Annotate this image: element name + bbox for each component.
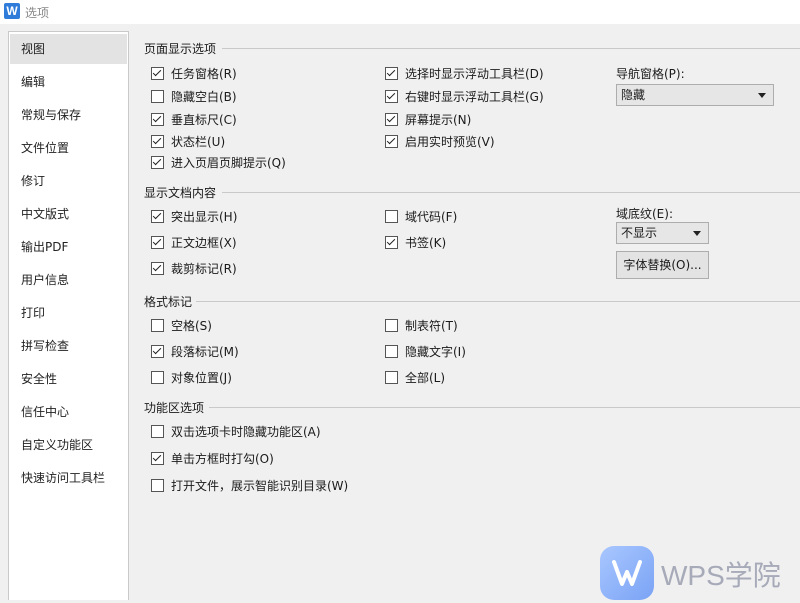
sidebar-item-general-save[interactable]: 常规与保存 bbox=[10, 100, 127, 130]
sidebar-item-customize-ribbon[interactable]: 自定义功能区 bbox=[10, 430, 127, 460]
checkbox-checked-icon bbox=[151, 134, 164, 148]
section-divider bbox=[196, 301, 800, 302]
checkbox-checked-icon bbox=[151, 209, 164, 223]
field-shading-select[interactable]: 不显示 bbox=[616, 222, 709, 244]
sidebar-item-print[interactable]: 打印 bbox=[10, 298, 127, 328]
checkbox-status-bar[interactable]: 状态栏(U) bbox=[151, 133, 225, 149]
checkbox-highlight[interactable]: 突出显示(H) bbox=[151, 208, 237, 224]
checkbox-paragraph-marks[interactable]: 段落标记(M) bbox=[151, 343, 239, 359]
checkbox-float-toolbar-on-select[interactable]: 选择时显示浮动工具栏(D) bbox=[385, 65, 544, 81]
checkbox-tab-characters[interactable]: 制表符(T) bbox=[385, 317, 458, 333]
checkbox-checked-icon bbox=[151, 261, 164, 275]
checkbox-checked-icon bbox=[385, 66, 398, 80]
watermark-text: WPS学院 bbox=[661, 560, 781, 591]
sidebar-item-security[interactable]: 安全性 bbox=[10, 364, 127, 394]
section-divider bbox=[222, 192, 800, 193]
dropdown-arrow-icon bbox=[758, 93, 766, 98]
checkbox-all-marks[interactable]: 全部(L) bbox=[385, 369, 445, 385]
wps-app-icon: W bbox=[4, 3, 20, 19]
section-title-page-display: 页面显示选项 bbox=[144, 42, 217, 56]
checkbox-hidden-text[interactable]: 隐藏文字(I) bbox=[385, 343, 466, 359]
checkbox-double-click-hide-ribbon[interactable]: 双击选项卡时隐藏功能区(A) bbox=[151, 423, 321, 439]
checkbox-checked-icon bbox=[385, 112, 398, 126]
sidebar-item-revision[interactable]: 修订 bbox=[10, 166, 127, 196]
checkbox-click-box-to-check[interactable]: 单击方框时打勾(O) bbox=[151, 450, 274, 466]
dropdown-arrow-icon bbox=[693, 231, 701, 236]
title-bar: W 选项 bbox=[0, 0, 800, 24]
sidebar-item-export-pdf[interactable]: 输出PDF bbox=[10, 232, 127, 262]
checkbox-unchecked-icon bbox=[151, 318, 164, 332]
checkbox-object-anchors[interactable]: 对象位置(J) bbox=[151, 369, 232, 385]
checkbox-unchecked-icon bbox=[385, 344, 398, 358]
checkbox-unchecked-icon bbox=[385, 209, 398, 223]
checkbox-unchecked-icon bbox=[151, 424, 164, 438]
section-title-format-marks: 格式标记 bbox=[144, 295, 193, 309]
checkbox-checked-icon bbox=[385, 134, 398, 148]
section-divider bbox=[209, 407, 800, 408]
sidebar-item-file-location[interactable]: 文件位置 bbox=[10, 133, 127, 163]
checkbox-crop-marks[interactable]: 裁剪标记(R) bbox=[151, 260, 237, 276]
checkbox-unchecked-icon bbox=[385, 318, 398, 332]
checkbox-float-toolbar-on-right-click[interactable]: 右键时显示浮动工具栏(G) bbox=[385, 88, 544, 104]
section-title-doc-content: 显示文档内容 bbox=[144, 186, 217, 200]
sidebar-item-quick-access-toolbar[interactable]: 快速访问工具栏 bbox=[10, 463, 127, 493]
checkbox-live-preview[interactable]: 启用实时预览(V) bbox=[385, 133, 495, 149]
options-sidebar: 视图 编辑 常规与保存 文件位置 修订 中文版式 输出PDF 用户信息 打印 拼… bbox=[8, 31, 129, 600]
checkbox-checked-icon bbox=[151, 66, 164, 80]
checkbox-checked-icon bbox=[151, 344, 164, 358]
checkbox-screen-tips[interactable]: 屏幕提示(N) bbox=[385, 111, 471, 127]
checkbox-unchecked-icon bbox=[385, 370, 398, 384]
checkbox-task-pane[interactable]: 任务窗格(R) bbox=[151, 65, 237, 81]
checkbox-bookmarks[interactable]: 书签(K) bbox=[385, 234, 446, 250]
checkbox-field-codes[interactable]: 域代码(F) bbox=[385, 208, 457, 224]
sidebar-item-user-info[interactable]: 用户信息 bbox=[10, 265, 127, 295]
checkbox-checked-icon bbox=[151, 235, 164, 249]
sidebar-item-view[interactable]: 视图 bbox=[10, 34, 127, 64]
sidebar-item-trust-center[interactable]: 信任中心 bbox=[10, 397, 127, 427]
window-title: 选项 bbox=[25, 6, 50, 20]
checkbox-unchecked-icon bbox=[151, 478, 164, 492]
font-replace-button[interactable]: 字体替换(O)... bbox=[616, 251, 709, 279]
checkbox-checked-icon bbox=[151, 451, 164, 465]
field-shading-value: 不显示 bbox=[621, 226, 658, 240]
wps-logo-icon bbox=[600, 546, 654, 600]
section-divider bbox=[222, 48, 800, 49]
checkbox-smart-toc-on-open[interactable]: 打开文件，展示智能识别目录(W) bbox=[151, 477, 348, 493]
checkbox-unchecked-icon bbox=[151, 370, 164, 384]
section-title-ribbon: 功能区选项 bbox=[144, 401, 205, 415]
sidebar-item-chinese-layout[interactable]: 中文版式 bbox=[10, 199, 127, 229]
sidebar-item-edit[interactable]: 编辑 bbox=[10, 67, 127, 97]
view-options-panel: 页面显示选项 任务窗格(R) 隐藏空白(B) 垂直标尺(C) 状态栏(U) 进入… bbox=[130, 31, 800, 600]
checkbox-unchecked-icon bbox=[151, 89, 164, 103]
nav-pane-value: 隐藏 bbox=[621, 88, 646, 102]
checkbox-checked-icon bbox=[385, 235, 398, 249]
checkbox-vertical-ruler[interactable]: 垂直标尺(C) bbox=[151, 111, 237, 127]
field-shading-label: 域底纹(E): bbox=[616, 207, 673, 221]
checkbox-checked-icon bbox=[385, 89, 398, 103]
checkbox-hide-whitespace[interactable]: 隐藏空白(B) bbox=[151, 88, 237, 104]
sidebar-item-spell-check[interactable]: 拼写检查 bbox=[10, 331, 127, 361]
checkbox-checked-icon bbox=[151, 155, 164, 169]
checkbox-spaces[interactable]: 空格(S) bbox=[151, 317, 212, 333]
nav-pane-select[interactable]: 隐藏 bbox=[616, 84, 774, 106]
checkbox-header-footer-hint[interactable]: 进入页眉页脚提示(Q) bbox=[151, 154, 286, 170]
checkbox-checked-icon bbox=[151, 112, 164, 126]
nav-pane-label: 导航窗格(P): bbox=[616, 67, 685, 81]
checkbox-text-boundaries[interactable]: 正文边框(X) bbox=[151, 234, 237, 250]
